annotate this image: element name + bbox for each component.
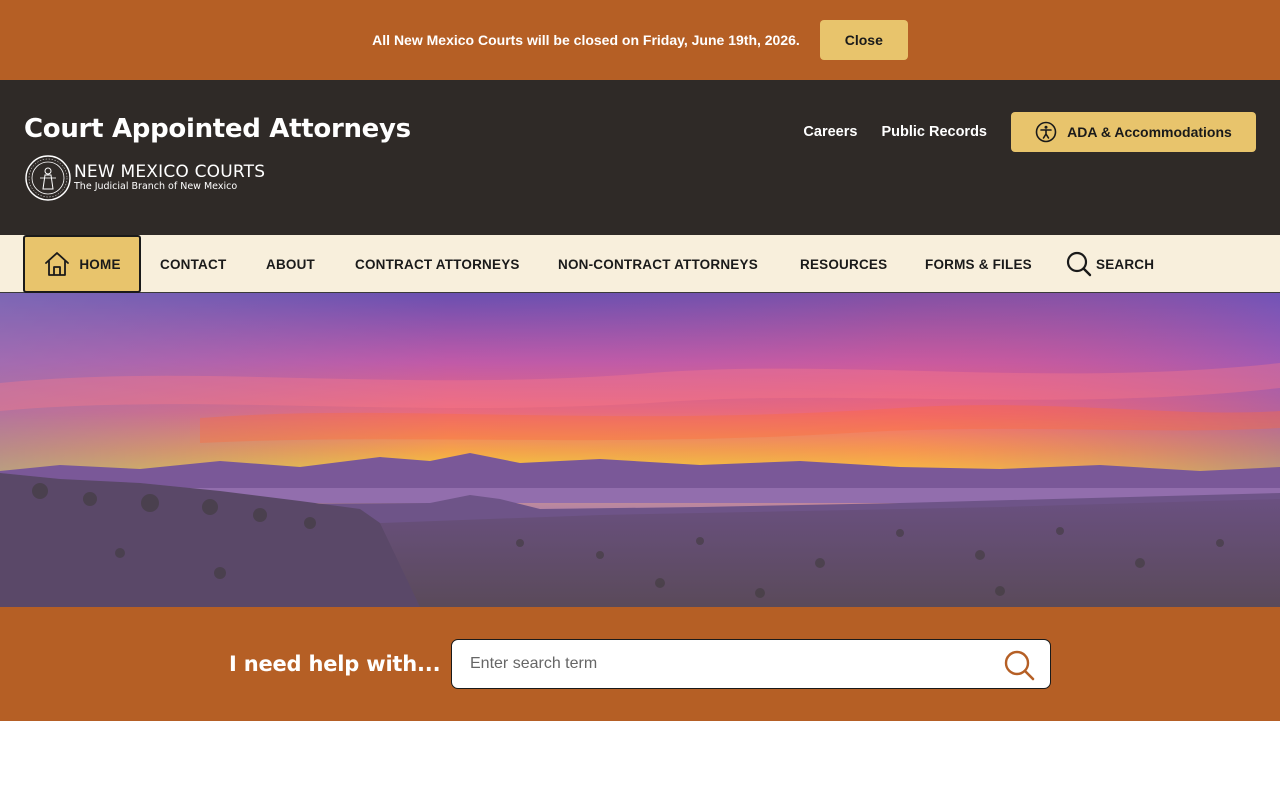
main-navigation: HOME CONTACT ABOUT CONTRACT ATTORNEYS NO… — [0, 235, 1280, 293]
utility-links: Careers Public Records ADA & Accommodati… — [803, 112, 1256, 152]
nm-courts-logo[interactable]: NEW MEXICO COURTS The Judicial Branch of… — [24, 154, 265, 202]
site-header: Court Appointed Attorneys NEW MEXICO COU… — [0, 80, 1280, 235]
nav-search-label: SEARCH — [1096, 256, 1155, 272]
sunset-landscape-illustration — [0, 293, 1280, 607]
nav-search-button[interactable]: SEARCH — [1066, 235, 1154, 293]
nav-item-non-contract-attorneys[interactable]: NON-CONTRACT ATTORNEYS — [558, 235, 758, 293]
search-submit-icon[interactable] — [1002, 648, 1036, 682]
closure-alert-bar: All New Mexico Courts will be closed on … — [0, 0, 1280, 80]
nav-item-contract-attorneys[interactable]: CONTRACT ATTORNEYS — [355, 235, 520, 293]
nav-item-resources[interactable]: RESOURCES — [800, 235, 887, 293]
nav-item-forms-files[interactable]: FORMS & FILES — [925, 235, 1032, 293]
careers-link[interactable]: Careers — [803, 124, 857, 140]
alert-message: All New Mexico Courts will be closed on … — [372, 32, 800, 48]
home-icon — [45, 252, 70, 276]
help-search-input[interactable] — [470, 640, 990, 688]
nav-item-about[interactable]: ABOUT — [266, 235, 315, 293]
logo-subtitle: The Judicial Branch of New Mexico — [74, 181, 238, 192]
close-alert-button[interactable]: Close — [819, 20, 908, 60]
nav-item-contact[interactable]: CONTACT — [160, 235, 226, 293]
help-search-box — [451, 639, 1051, 689]
accessibility-icon — [1035, 121, 1057, 143]
site-title[interactable]: Court Appointed Attorneys — [24, 114, 411, 144]
search-icon — [1066, 251, 1092, 277]
hero-landscape-image — [0, 293, 1280, 607]
ada-button-label: ADA & Accommodations — [1067, 124, 1232, 140]
nav-item-home[interactable]: HOME — [23, 235, 141, 293]
logo-name: NEW MEXICO COURTS — [74, 162, 266, 182]
nav-home-label: HOME — [79, 256, 121, 272]
help-label: I need help with... — [229, 652, 441, 676]
help-search-section: I need help with... — [0, 607, 1280, 721]
court-seal-icon — [25, 155, 71, 201]
public-records-link[interactable]: Public Records — [881, 124, 987, 140]
ada-accommodations-button[interactable]: ADA & Accommodations — [1011, 112, 1256, 152]
